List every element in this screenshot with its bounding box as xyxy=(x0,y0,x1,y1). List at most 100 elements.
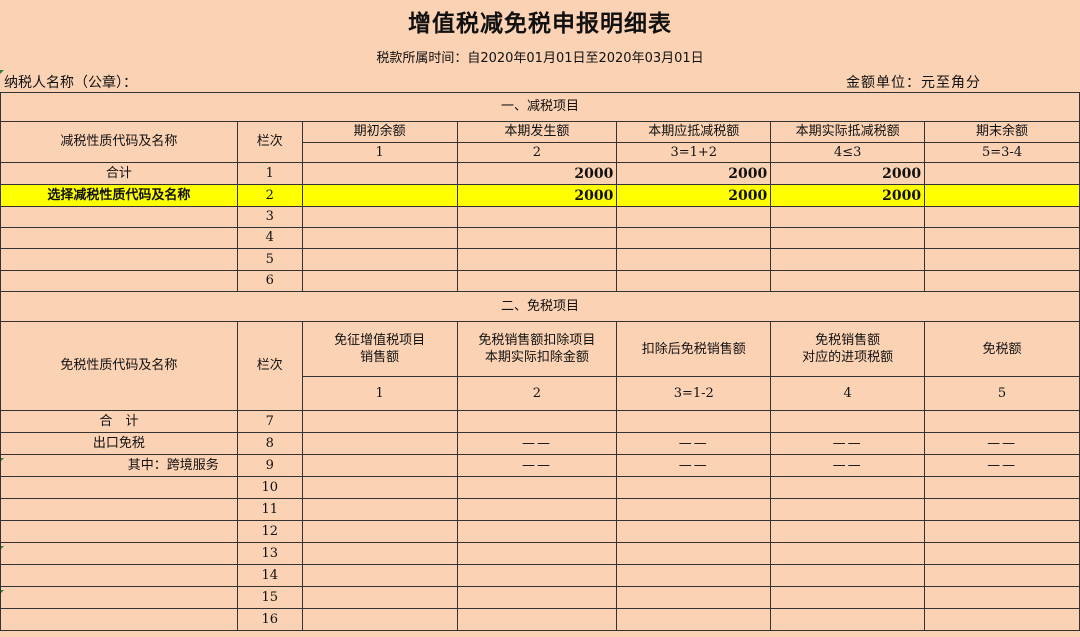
cell[interactable] xyxy=(924,162,1080,185)
cell[interactable] xyxy=(770,476,926,499)
cell[interactable] xyxy=(301,476,458,499)
cell[interactable] xyxy=(301,227,458,249)
row-name: 出口免税 xyxy=(0,432,238,455)
cell[interactable] xyxy=(456,608,618,631)
cell[interactable] xyxy=(616,410,772,433)
na-cell: —— xyxy=(616,432,772,455)
row-name[interactable] xyxy=(0,270,238,292)
cell[interactable] xyxy=(924,248,1080,271)
cell[interactable] xyxy=(301,520,458,543)
cell[interactable] xyxy=(924,564,1080,587)
column-header: 期末余额 xyxy=(924,121,1080,143)
cell[interactable] xyxy=(616,542,772,565)
cell[interactable] xyxy=(924,542,1080,565)
cell[interactable] xyxy=(301,206,458,228)
row-number: 1 xyxy=(236,162,303,185)
cell[interactable]: 2000 xyxy=(770,184,926,207)
row-name[interactable] xyxy=(0,520,238,543)
cell[interactable] xyxy=(456,410,618,433)
cell[interactable] xyxy=(456,542,618,565)
cell[interactable] xyxy=(924,410,1080,433)
cell[interactable] xyxy=(770,410,926,433)
cell[interactable] xyxy=(924,476,1080,499)
cell[interactable] xyxy=(616,248,772,271)
cell[interactable] xyxy=(456,248,618,271)
column-header: 免税销售额扣除项目 本期实际扣除金额 xyxy=(456,321,618,377)
cell[interactable] xyxy=(924,608,1080,631)
cell[interactable] xyxy=(770,206,926,228)
cell[interactable]: 2000 xyxy=(616,184,772,207)
cell[interactable] xyxy=(616,520,772,543)
relief-code-selector[interactable]: 选择减税性质代码及名称 xyxy=(0,184,238,207)
cell[interactable] xyxy=(616,586,772,609)
cell[interactable] xyxy=(301,184,458,207)
cell[interactable] xyxy=(456,476,618,499)
cell[interactable] xyxy=(924,184,1080,207)
cell[interactable] xyxy=(924,498,1080,521)
cell[interactable] xyxy=(616,564,772,587)
cell[interactable] xyxy=(770,608,926,631)
cell[interactable] xyxy=(616,270,772,292)
cell[interactable] xyxy=(770,270,926,292)
table-row: 14 xyxy=(0,564,1080,587)
column-header: 期初余额 xyxy=(301,121,458,143)
cell[interactable] xyxy=(770,498,926,521)
cell[interactable] xyxy=(301,564,458,587)
cell[interactable] xyxy=(924,586,1080,609)
cell[interactable] xyxy=(616,476,772,499)
cell[interactable] xyxy=(770,542,926,565)
cell[interactable]: 2000 xyxy=(456,162,618,185)
row-name[interactable] xyxy=(0,564,238,587)
cell[interactable] xyxy=(301,432,458,455)
cell[interactable] xyxy=(301,248,458,271)
cell[interactable] xyxy=(301,586,458,609)
cell[interactable] xyxy=(301,454,458,477)
table-row: 4 xyxy=(0,227,1080,249)
na-cell: —— xyxy=(924,432,1080,455)
cell[interactable] xyxy=(301,270,458,292)
cell[interactable] xyxy=(770,520,926,543)
cell[interactable]: 2000 xyxy=(616,162,772,185)
row-name[interactable] xyxy=(0,498,238,521)
cell[interactable] xyxy=(456,270,618,292)
cell[interactable] xyxy=(770,227,926,249)
cell[interactable] xyxy=(616,498,772,521)
column-header: 免征增值税项目 销售额 xyxy=(301,321,458,377)
cell[interactable] xyxy=(456,586,618,609)
cell[interactable] xyxy=(770,586,926,609)
cell[interactable] xyxy=(770,248,926,271)
row-name[interactable] xyxy=(0,586,238,609)
row-name[interactable] xyxy=(0,542,238,565)
row-name[interactable] xyxy=(0,476,238,499)
cell[interactable] xyxy=(924,270,1080,292)
cell[interactable] xyxy=(301,410,458,433)
cell[interactable] xyxy=(456,520,618,543)
cell[interactable] xyxy=(301,542,458,565)
row-name[interactable] xyxy=(0,206,238,228)
cell[interactable] xyxy=(924,520,1080,543)
na-cell: —— xyxy=(770,454,926,477)
cell[interactable] xyxy=(616,227,772,249)
cell[interactable] xyxy=(456,564,618,587)
column-number: 3=1+2 xyxy=(616,142,772,163)
cell[interactable] xyxy=(301,162,458,185)
cell[interactable] xyxy=(616,608,772,631)
row-name[interactable] xyxy=(0,248,238,271)
cell[interactable] xyxy=(924,206,1080,228)
cell[interactable] xyxy=(770,564,926,587)
cell[interactable] xyxy=(456,227,618,249)
cell[interactable] xyxy=(301,608,458,631)
table-row: 合计 1 2000 2000 2000 xyxy=(0,162,1080,185)
table-row-selected[interactable]: 选择减税性质代码及名称 2 2000 2000 2000 xyxy=(0,184,1080,207)
cell[interactable]: 2000 xyxy=(770,162,926,185)
column-number: 4≤3 xyxy=(770,142,926,163)
table-row: 15 xyxy=(0,586,1080,609)
cell[interactable] xyxy=(924,227,1080,249)
cell[interactable] xyxy=(456,206,618,228)
row-name[interactable] xyxy=(0,227,238,249)
row-name[interactable] xyxy=(0,608,238,631)
cell[interactable] xyxy=(456,498,618,521)
cell[interactable] xyxy=(616,206,772,228)
cell[interactable]: 2000 xyxy=(456,184,618,207)
cell[interactable] xyxy=(301,498,458,521)
